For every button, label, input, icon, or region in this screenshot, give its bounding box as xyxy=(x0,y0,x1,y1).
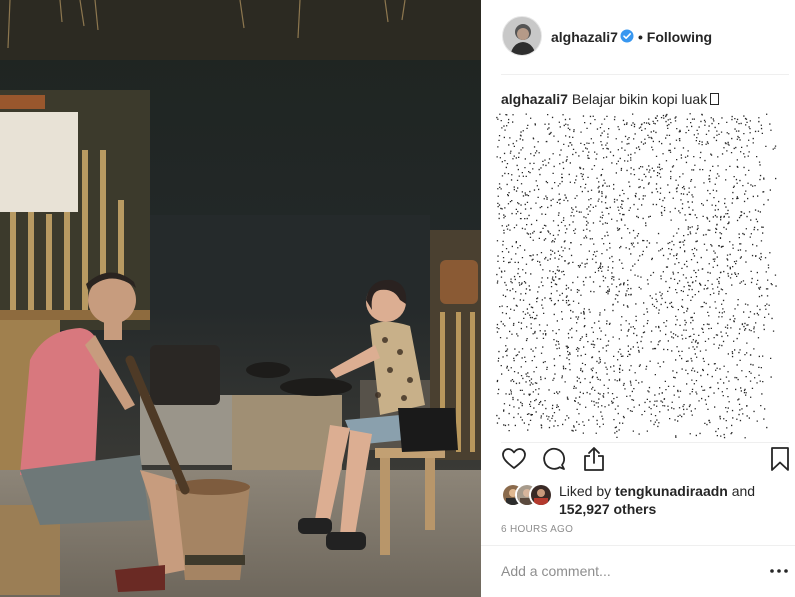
post-caption: alghazali7 Belajar bikin kopi luak xyxy=(501,90,781,108)
post-photo-image xyxy=(0,0,481,597)
comment-bubble-icon[interactable] xyxy=(541,446,567,472)
share-icon[interactable] xyxy=(581,446,607,472)
actions-divider xyxy=(501,442,789,443)
verified-badge-icon xyxy=(620,29,634,43)
likes-count-link[interactable]: 152,927 others xyxy=(559,501,656,517)
likes-summary: Liked by tengkunadiraadn and 152,927 oth… xyxy=(501,480,791,518)
caption-username[interactable]: alghazali7 xyxy=(501,91,568,107)
bookmark-icon[interactable] xyxy=(767,446,793,472)
post-timestamp[interactable]: 6 HOURS AGO xyxy=(501,524,573,535)
post-header: alghazali7 • Following xyxy=(481,0,795,74)
comments-area-noise xyxy=(496,113,777,439)
comment-input[interactable] xyxy=(501,560,751,582)
post-side-panel: alghazali7 • Following alghazali7 Belaja… xyxy=(481,0,795,597)
comment-divider xyxy=(481,545,795,546)
likes-prefix: Liked by xyxy=(559,483,616,499)
likes-joiner: and xyxy=(727,483,756,499)
heart-icon[interactable] xyxy=(501,446,527,472)
top-liker-link[interactable]: tengkunadiraadn xyxy=(615,483,728,499)
caption-text: Belajar bikin kopi luak xyxy=(571,91,708,107)
author-username[interactable]: alghazali7 xyxy=(551,29,618,45)
following-button[interactable]: • Following xyxy=(638,29,712,45)
liker-avatar[interactable] xyxy=(529,483,553,507)
more-options-icon[interactable] xyxy=(769,564,789,578)
author-avatar-image xyxy=(503,17,541,55)
header-divider xyxy=(501,74,789,75)
emoji-placeholder-icon xyxy=(710,93,720,105)
author-avatar[interactable] xyxy=(502,16,542,56)
likes-text: Liked by tengkunadiraadn and 152,927 oth… xyxy=(559,482,789,518)
post-photo[interactable] xyxy=(0,0,481,597)
